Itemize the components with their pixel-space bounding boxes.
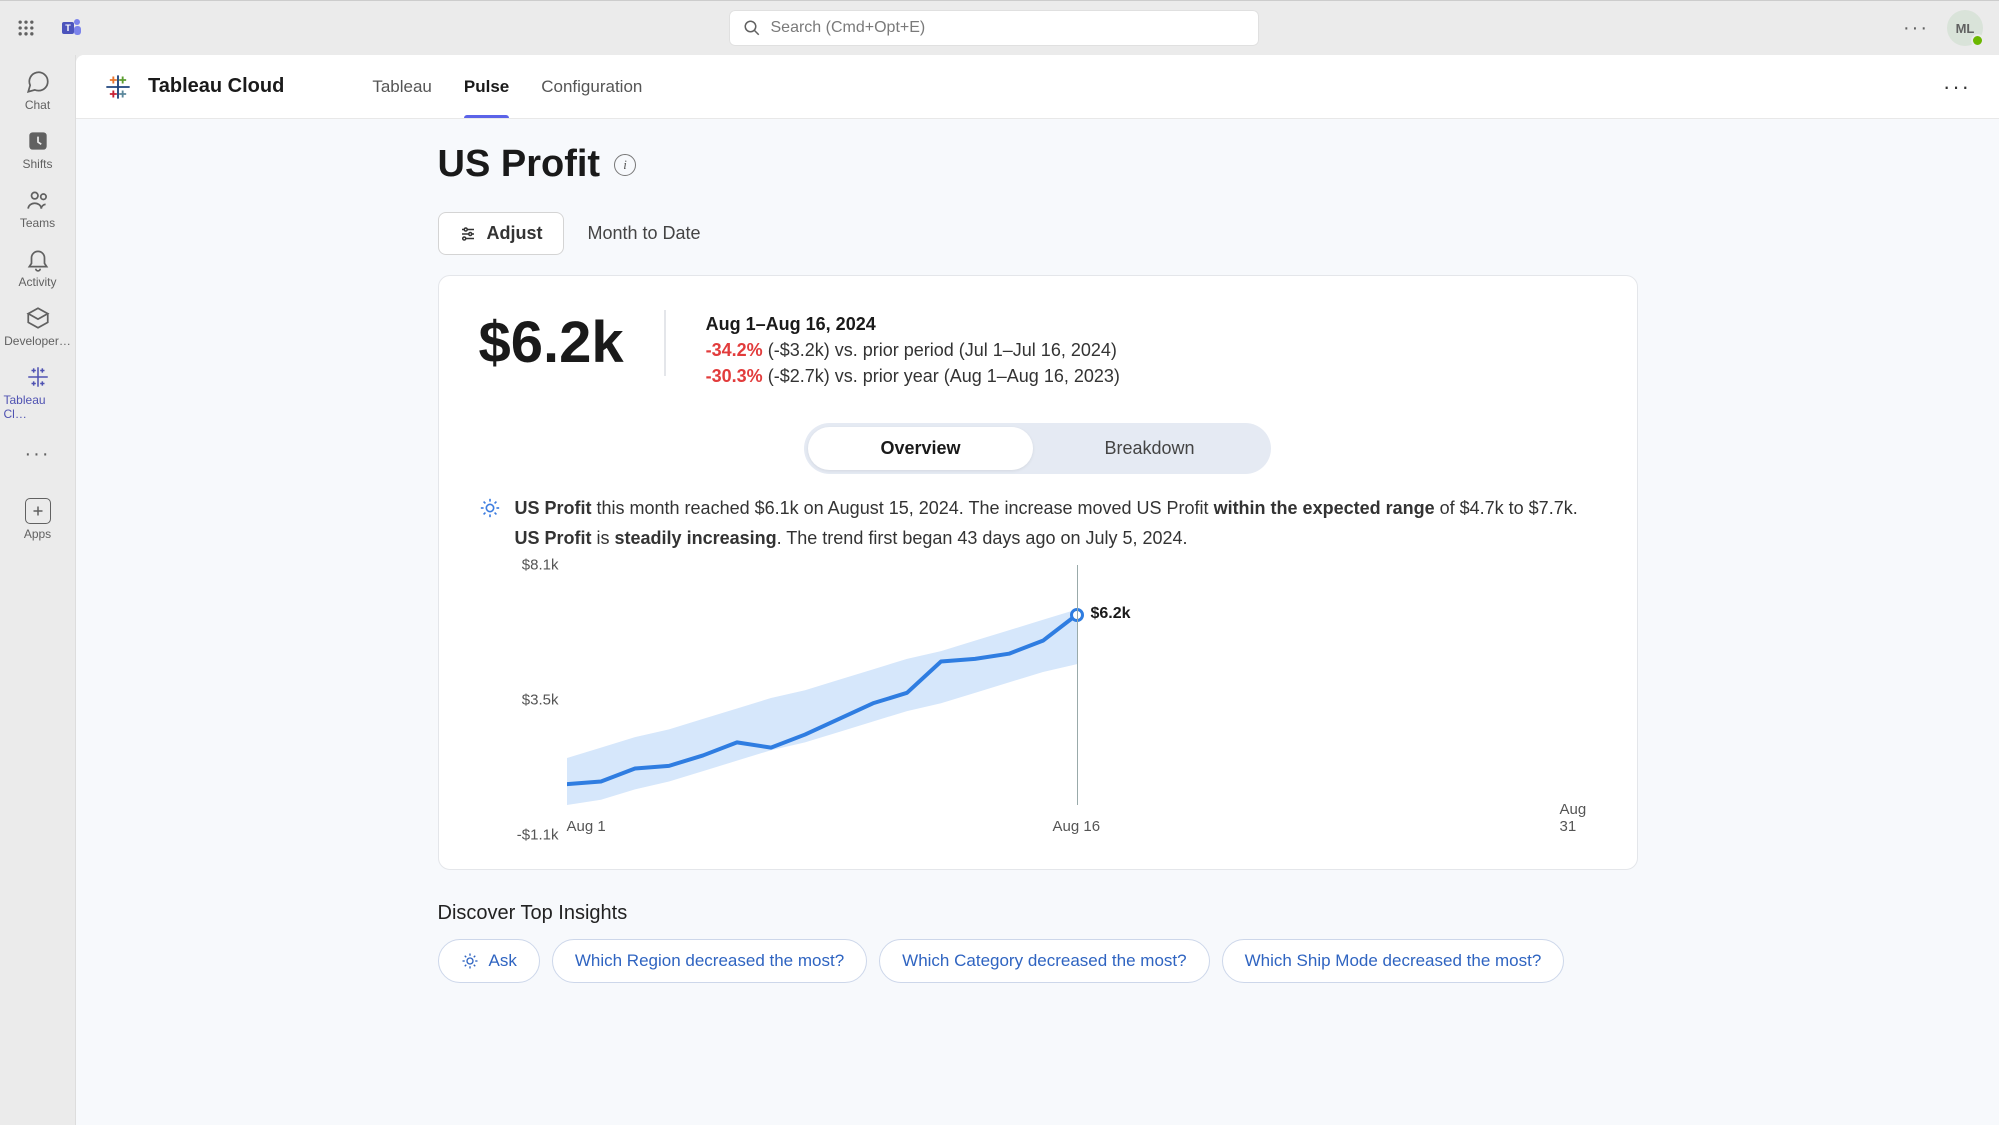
search-icon [743, 19, 761, 37]
adjust-button[interactable]: Adjust [438, 212, 564, 255]
teams-top-bar: T ··· ML [0, 0, 1999, 55]
adjust-label: Adjust [487, 223, 543, 244]
main-panel: Tableau Cloud Tableau Pulse Configuratio… [76, 55, 1999, 1125]
chart-xtick: Aug 1 [567, 818, 606, 835]
rail-chat[interactable]: Chat [4, 63, 72, 120]
metric-date-range: Aug 1–Aug 16, 2024 [706, 314, 1120, 335]
header-tabs: Tableau Pulse Configuration [372, 55, 642, 118]
sliders-icon [459, 225, 477, 243]
rail-teams[interactable]: Teams [4, 181, 72, 238]
tab-tableau[interactable]: Tableau [372, 55, 432, 118]
teams-icon [25, 187, 51, 213]
chart-xtick: Aug 31 [1560, 801, 1587, 835]
controls-row: Adjust Month to Date [438, 212, 1638, 255]
comparison-prior-year: -30.3% (-$2.7k) vs. prior year (Aug 1–Au… [706, 366, 1120, 387]
rail-chat-label: Chat [25, 98, 50, 112]
trend-chart: $6.2k$8.1k$3.5k-$1.1kAug 1Aug 16Aug 31 [499, 565, 1587, 835]
view-segment: Overview Breakdown [804, 423, 1270, 474]
rail-teams-label: Teams [20, 216, 55, 230]
chart-marker-line [1077, 565, 1078, 805]
discover-heading: Discover Top Insights [438, 902, 1638, 925]
developer-icon [25, 305, 51, 331]
rail-tableau[interactable]: Tableau Cl… [4, 358, 72, 429]
rail-apps[interactable]: Apps [4, 492, 72, 549]
metric-card: $6.2k Aug 1–Aug 16, 2024 -34.2% (-$3.2k)… [438, 275, 1638, 870]
search-input[interactable] [771, 19, 1245, 37]
chat-icon [25, 69, 51, 95]
comparison-prior-period: -34.2% (-$3.2k) vs. prior period (Jul 1–… [706, 340, 1120, 361]
user-avatar[interactable]: ML [1947, 10, 1983, 46]
insight-icon [479, 497, 501, 519]
teams-logo-icon: T [60, 16, 84, 40]
left-rail: Chat Shifts Teams Activity Developer… Ta… [0, 55, 76, 1125]
insight-chip-0[interactable]: Ask [438, 939, 540, 983]
insight-text: US Profit this month reached $6.1k on Au… [479, 494, 1597, 553]
date-range-label[interactable]: Month to Date [588, 223, 701, 244]
avatar-initials: ML [1956, 21, 1975, 36]
segment-breakdown[interactable]: Breakdown [1033, 427, 1267, 470]
rail-more[interactable]: ··· [4, 431, 72, 478]
insight-chip-1[interactable]: Which Region decreased the most? [552, 939, 867, 983]
top-more-button[interactable]: ··· [1903, 17, 1929, 40]
chart-ytick: -$1.1k [517, 827, 559, 844]
insight-chip-2[interactable]: Which Category decreased the most? [879, 939, 1209, 983]
rail-developer-label: Developer… [4, 334, 71, 348]
discover-section: Discover Top Insights Ask Which Region de… [438, 902, 1638, 983]
ask-icon [461, 952, 479, 970]
bell-icon [25, 246, 51, 272]
presence-indicator [1971, 34, 1984, 47]
tab-pulse[interactable]: Pulse [464, 55, 509, 118]
metric-value: $6.2k [479, 310, 666, 376]
rail-developer[interactable]: Developer… [4, 299, 72, 356]
chart-ytick: $3.5k [522, 692, 559, 709]
chart-xtick: Aug 16 [1053, 818, 1101, 835]
insight-chip-3[interactable]: Which Ship Mode decreased the most? [1222, 939, 1565, 983]
tab-configuration[interactable]: Configuration [541, 55, 642, 118]
chart-ytick: $8.1k [522, 557, 559, 574]
content-scroll[interactable]: US Profit i Adjust Month to Date $6.2k A… [76, 119, 1999, 1125]
page-title: US Profit [438, 143, 601, 186]
rail-shifts[interactable]: Shifts [4, 122, 72, 179]
shifts-icon [25, 128, 51, 154]
tableau-cloud-logo [104, 73, 132, 101]
rail-activity-label: Activity [18, 275, 56, 289]
rail-tableau-label: Tableau Cl… [4, 393, 72, 421]
chart-marker-label: $6.2k [1091, 605, 1131, 623]
info-icon[interactable]: i [614, 154, 636, 176]
app-name: Tableau Cloud [148, 75, 284, 98]
app-header: Tableau Cloud Tableau Pulse Configuratio… [76, 55, 1999, 119]
apps-plus-icon [25, 498, 51, 524]
svg-text:T: T [65, 23, 71, 33]
rail-activity[interactable]: Activity [4, 240, 72, 297]
header-more-button[interactable]: ··· [1943, 74, 1971, 100]
title-row: US Profit i [438, 143, 1638, 186]
more-icon: ··· [25, 443, 51, 466]
rail-apps-label: Apps [24, 527, 51, 541]
segment-overview[interactable]: Overview [808, 427, 1032, 470]
rail-shifts-label: Shifts [22, 157, 52, 171]
tableau-icon [25, 364, 51, 390]
global-search[interactable] [729, 10, 1259, 46]
apps-grid-icon[interactable] [16, 18, 36, 38]
